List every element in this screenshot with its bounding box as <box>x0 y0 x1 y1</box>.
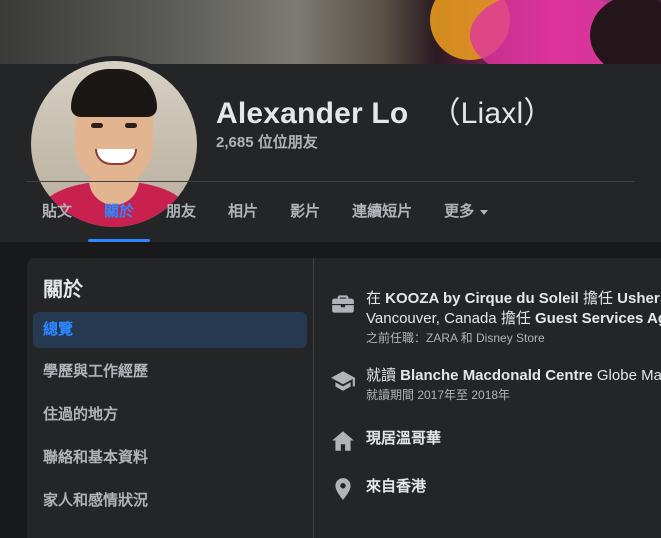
profile-alt-name: （Liaxl） <box>430 97 554 130</box>
hometown-link[interactable]: 香港 <box>396 478 426 495</box>
cover-decoration <box>590 0 661 64</box>
work-previous: 之前任職：ZARA 和 Disney Store <box>366 331 545 345</box>
profile-name: Alexander Lo （Liaxl） <box>216 88 554 132</box>
tab-about[interactable]: 關於 <box>88 182 151 242</box>
sidebar-item-places-lived[interactable]: 住過的地方 <box>33 397 307 433</box>
work-position: Usher <box>617 290 660 307</box>
work-text: 在 <box>366 290 386 307</box>
education-school-link[interactable]: Blanche Macdonald Centre <box>400 367 593 384</box>
home-icon <box>332 431 354 451</box>
hometown-line: 來自香港 <box>366 474 426 500</box>
tab-friends[interactable]: 朋友 <box>150 182 212 242</box>
current-city-link[interactable]: 溫哥華 <box>396 430 441 447</box>
sidebar-item-education-work[interactable]: 學歷與工作經歷 <box>33 354 307 390</box>
about-overview: 在 KOOZA by Cirque du Soleil 擔任 Usher、在 V… <box>314 258 661 538</box>
education-entry: 就讀 Blanche Macdonald Centre Globe Make 就… <box>330 366 661 404</box>
graduation-cap-icon <box>331 371 355 391</box>
about-card: 關於 總覽 學歷與工作經歷 住過的地方 聯絡和基本資料 家人和感情狀況 在 KO… <box>27 258 661 538</box>
hometown-entry: 來自香港 <box>330 474 426 502</box>
about-title: 關於 <box>43 279 83 301</box>
current-city-entry: 現居溫哥華 <box>330 426 441 454</box>
education-text: Globe Make <box>596 367 661 384</box>
education-line: 就讀 Blanche Macdonald Centre Globe Make <box>366 366 661 386</box>
sidebar-item-overview[interactable]: 總覽 <box>33 312 307 348</box>
profile-name-text: Alexander Lo <box>216 97 409 130</box>
work-location-link[interactable]: Vancouver, Canada <box>366 310 497 327</box>
work-entry: 在 KOOZA by Cirque du Soleil 擔任 Usher、在 V… <box>330 289 661 347</box>
tab-posts[interactable]: 貼文 <box>26 182 88 242</box>
chevron-down-icon <box>480 209 489 215</box>
hometown-prefix: 來自 <box>366 478 397 495</box>
work-line-1: 在 KOOZA by Cirque du Soleil 擔任 Usher、在 <box>366 289 661 309</box>
tab-photos[interactable]: 相片 <box>212 182 274 242</box>
sidebar-item-contact-info[interactable]: 聯絡和基本資料 <box>33 440 307 476</box>
work-text: 擔任 <box>496 310 535 327</box>
profile-header: Alexander Lo （Liaxl） 2,685 位位朋友 貼文 關於 朋友 … <box>0 56 661 242</box>
education-text: 就讀 <box>366 367 401 384</box>
cover-photo[interactable] <box>0 0 661 64</box>
friends-count[interactable]: 2,685 位位朋友 <box>216 131 318 152</box>
work-text: 擔任 <box>578 290 618 307</box>
about-sidebar: 關於 總覽 學歷與工作經歷 住過的地方 聯絡和基本資料 家人和感情狀況 <box>27 258 314 538</box>
current-city-prefix: 現居 <box>366 430 397 447</box>
work-line-2: Vancouver, Canada 擔任 Guest Services Agen… <box>366 309 661 329</box>
location-pin-icon <box>335 478 351 500</box>
current-city-line: 現居溫哥華 <box>366 426 441 452</box>
profile-tabs: 貼文 關於 朋友 相片 影片 連續短片 更多 <box>26 182 504 242</box>
tab-videos[interactable]: 影片 <box>274 182 336 242</box>
tab-reels[interactable]: 連續短片 <box>336 182 428 242</box>
tab-more-label: 更多 <box>444 203 475 220</box>
tab-more[interactable]: 更多 <box>428 182 504 242</box>
work-position: Guest Services Agent <box>535 310 661 327</box>
sidebar-item-family[interactable]: 家人和感情狀況 <box>33 483 307 519</box>
briefcase-icon <box>332 295 354 313</box>
work-company-link[interactable]: KOOZA by Cirque du Soleil <box>385 290 579 307</box>
education-period: 就讀期間 2017年至 2018年 <box>366 388 511 402</box>
